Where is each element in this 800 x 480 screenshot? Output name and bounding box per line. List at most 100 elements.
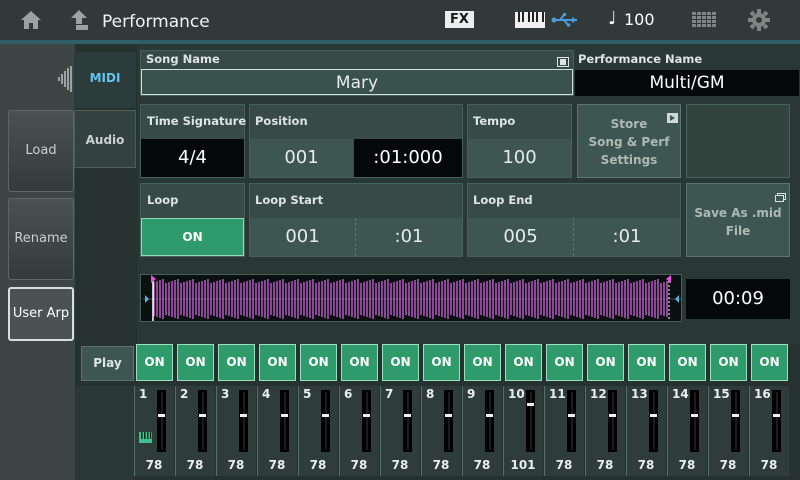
fader-slot: [202, 392, 204, 450]
performance-name-label: Performance Name: [578, 52, 703, 66]
channel-5-play-toggle[interactable]: ON: [300, 344, 337, 381]
fader-slot: [407, 392, 409, 450]
channel-14-strip: 14 78: [667, 386, 707, 476]
channel-volume-fader[interactable]: [773, 413, 780, 417]
channel-volume-fader[interactable]: [609, 413, 616, 417]
channel-15-strip: 15 78: [708, 386, 748, 476]
channel-3-play-toggle[interactable]: ON: [218, 344, 255, 381]
channel-volume-value: 78: [760, 458, 778, 472]
panel-collapse-icon[interactable]: [58, 66, 74, 96]
channel-number: 4: [262, 387, 271, 401]
channel-2-strip: 2 78: [175, 386, 215, 476]
loop-start-measure-field[interactable]: 001: [250, 218, 356, 256]
channel-volume-fader[interactable]: [404, 413, 411, 417]
store-line-2: Song & Perf: [588, 135, 670, 149]
channel-level-meter: [198, 390, 207, 452]
channel-2-play-toggle[interactable]: ON: [177, 344, 214, 381]
fader-slot: [735, 392, 737, 450]
song-name-label: Song Name: [146, 52, 220, 66]
channel-volume-fader[interactable]: [158, 413, 165, 417]
channel-number: 5: [303, 387, 312, 401]
performance-name-field[interactable]: Multi/GM: [575, 70, 799, 96]
channel-7-play-toggle[interactable]: ON: [382, 344, 419, 381]
song-name-field[interactable]: Mary: [141, 69, 573, 95]
fader-slot: [571, 392, 573, 450]
channel-16-play-toggle[interactable]: ON: [751, 344, 788, 381]
channel-volume-fader[interactable]: [486, 413, 493, 417]
channel-volume-fader[interactable]: [281, 413, 288, 417]
channel-6-play-toggle[interactable]: ON: [341, 344, 378, 381]
play-row-label: Play: [81, 346, 134, 381]
channel-volume-fader[interactable]: [322, 413, 329, 417]
tab-midi[interactable]: MIDI: [74, 52, 136, 108]
channel-10-play-toggle[interactable]: ON: [505, 344, 542, 381]
channel-14-play-toggle[interactable]: ON: [669, 344, 706, 381]
channel-volume-value: 78: [350, 458, 368, 472]
up-arrow-icon[interactable]: [66, 0, 92, 40]
fader-slot: [448, 392, 450, 450]
tab-audio[interactable]: Audio: [74, 110, 136, 168]
song-waveform[interactable]: [140, 274, 682, 322]
home-icon[interactable]: [16, 0, 46, 40]
channel-9-play-toggle[interactable]: ON: [464, 344, 501, 381]
channel-number: 6: [344, 387, 353, 401]
channel-4-play-toggle[interactable]: ON: [259, 344, 296, 381]
usb-icon: [551, 12, 579, 32]
play-arrow-icon: [667, 108, 678, 127]
channel-volume-value: 78: [678, 458, 696, 472]
loop-start-beat-field[interactable]: :01: [356, 218, 462, 256]
channel-volume-fader[interactable]: [691, 413, 698, 417]
channel-level-meter: [444, 390, 453, 452]
channel-level-meter: [321, 390, 330, 452]
loop-end-beat-field[interactable]: :01: [574, 218, 680, 256]
channel-11-strip: 11 78: [544, 386, 584, 476]
channel-number: 3: [221, 387, 230, 401]
loop-end-label: Loop End: [473, 193, 533, 207]
channel-volume-value: 78: [227, 458, 245, 472]
position-beat-field[interactable]: :01:000: [354, 139, 462, 177]
header-tempo[interactable]: 100: [624, 0, 655, 40]
fader-slot: [243, 392, 245, 450]
channel-13-play-toggle[interactable]: ON: [628, 344, 665, 381]
time-signature-field[interactable]: 4/4: [141, 139, 244, 177]
loop-end-measure-field[interactable]: 005: [468, 218, 574, 256]
position-measure-field[interactable]: 001: [250, 139, 353, 177]
channel-number: 7: [385, 387, 394, 401]
fader-slot: [366, 392, 368, 450]
tempo-field[interactable]: 100: [468, 139, 571, 177]
load-button[interactable]: Load: [8, 110, 74, 192]
grid-icon[interactable]: [692, 12, 716, 32]
rename-button[interactable]: Rename: [8, 198, 74, 280]
fader-slot: [489, 392, 491, 450]
channel-volume-fader[interactable]: [199, 413, 206, 417]
channel-12-play-toggle[interactable]: ON: [587, 344, 624, 381]
page-title: Performance: [102, 12, 210, 32]
fx-badge[interactable]: FX: [445, 11, 474, 28]
channel-volume-fader[interactable]: [732, 413, 739, 417]
channel-12-strip: 12 78: [585, 386, 625, 476]
channel-volume-fader[interactable]: [445, 413, 452, 417]
channel-1-play-toggle[interactable]: ON: [136, 344, 173, 381]
user-arp-button[interactable]: User Arp: [8, 287, 74, 341]
fader-slot: [776, 392, 778, 450]
channel-5-strip: 5 78: [298, 386, 338, 476]
channel-15-play-toggle[interactable]: ON: [710, 344, 747, 381]
channel-volume-fader[interactable]: [527, 403, 534, 407]
fader-slot: [161, 392, 163, 450]
channel-8-play-toggle[interactable]: ON: [423, 344, 460, 381]
gear-icon[interactable]: [748, 9, 770, 35]
channel-volume-fader[interactable]: [650, 413, 657, 417]
strip-spacer: [75, 386, 135, 480]
loop-toggle[interactable]: ON: [141, 218, 244, 256]
channel-number: 11: [549, 387, 566, 401]
channel-level-meter: [485, 390, 494, 452]
channel-volume-fader[interactable]: [568, 413, 575, 417]
channel-level-meter: [157, 390, 166, 452]
channel-volume-fader[interactable]: [240, 413, 247, 417]
channel-volume-fader[interactable]: [363, 413, 370, 417]
note-icon: ♩: [608, 8, 617, 29]
channel-number: 1: [139, 387, 148, 401]
store-line-3: Settings: [600, 153, 658, 167]
channel-11-play-toggle[interactable]: ON: [546, 344, 583, 381]
store-settings-button[interactable]: Store Song & Perf Settings: [577, 104, 681, 178]
